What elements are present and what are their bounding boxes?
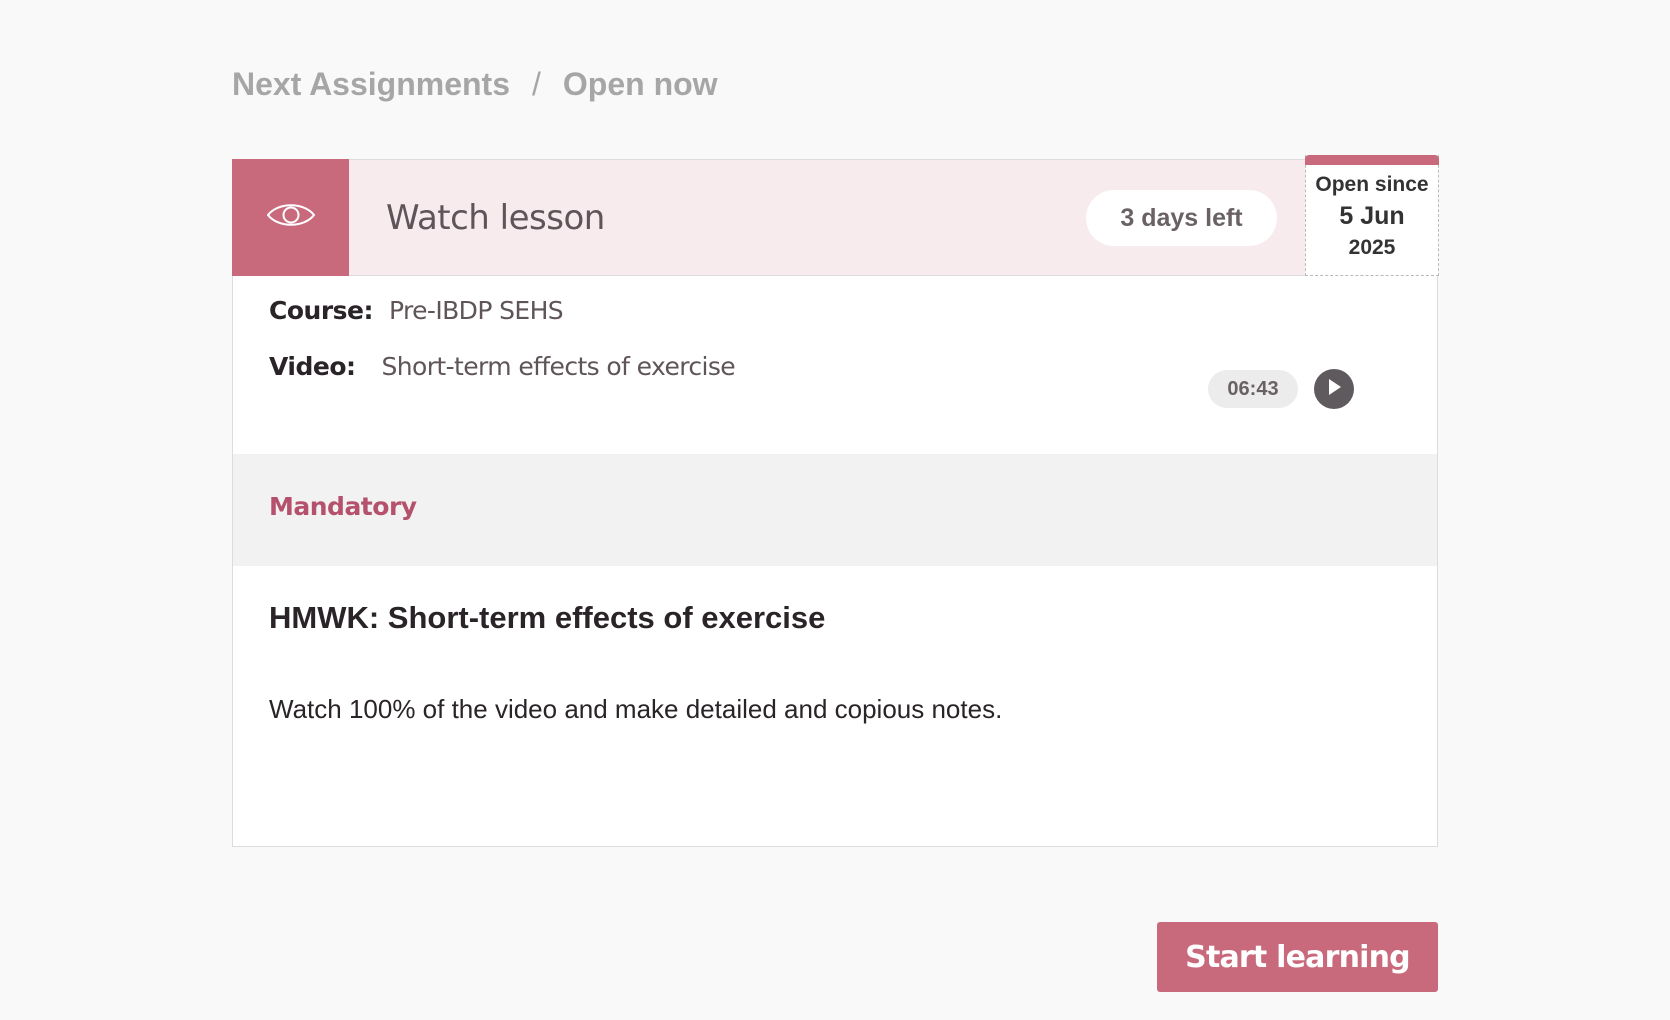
course-label: Course: bbox=[269, 296, 373, 325]
video-row: Video: Short-term effects of exercise bbox=[269, 352, 736, 381]
page: Next Assignments / Open now Watch lesson… bbox=[0, 0, 1670, 1020]
assignment-header: Watch lesson 3 days left bbox=[232, 159, 1305, 276]
video-title[interactable]: Short-term effects of exercise bbox=[382, 352, 736, 381]
eye-icon bbox=[266, 200, 316, 235]
play-video-button[interactable] bbox=[1314, 369, 1354, 409]
task-description: Watch 100% of the video and make detaile… bbox=[269, 694, 1003, 724]
open-since-date: 5 Jun bbox=[1339, 202, 1405, 230]
mandatory-label: Mandatory bbox=[269, 492, 417, 521]
video-label: Video: bbox=[269, 352, 356, 381]
open-since-tag: Open since 5 Jun 2025 bbox=[1305, 155, 1439, 276]
task-title: HMWK: Short-term effects of exercise bbox=[269, 600, 826, 635]
open-since-accent-bar bbox=[1305, 155, 1439, 165]
assignment-card: Watch lesson 3 days left Open since 5 Ju… bbox=[232, 155, 1439, 847]
course-row: Course: Pre-IBDP SEHS bbox=[269, 296, 564, 325]
assignment-type-icon-box bbox=[232, 159, 349, 276]
play-icon bbox=[1325, 377, 1343, 402]
course-value: Pre-IBDP SEHS bbox=[388, 296, 564, 325]
breadcrumb: Next Assignments / Open now bbox=[232, 66, 718, 103]
assignment-title: Watch lesson bbox=[386, 198, 605, 238]
start-learning-button[interactable]: Start learning bbox=[1157, 922, 1438, 992]
video-duration-badge: 06:43 bbox=[1208, 370, 1298, 408]
open-since-year: 2025 bbox=[1348, 236, 1396, 259]
requirement-band: Mandatory bbox=[233, 454, 1437, 566]
breadcrumb-next-assignments[interactable]: Next Assignments bbox=[232, 66, 510, 103]
days-left-badge: 3 days left bbox=[1086, 190, 1277, 246]
breadcrumb-open-now[interactable]: Open now bbox=[563, 66, 718, 103]
breadcrumb-separator: / bbox=[532, 66, 541, 102]
open-since-label: Open since bbox=[1315, 173, 1429, 196]
